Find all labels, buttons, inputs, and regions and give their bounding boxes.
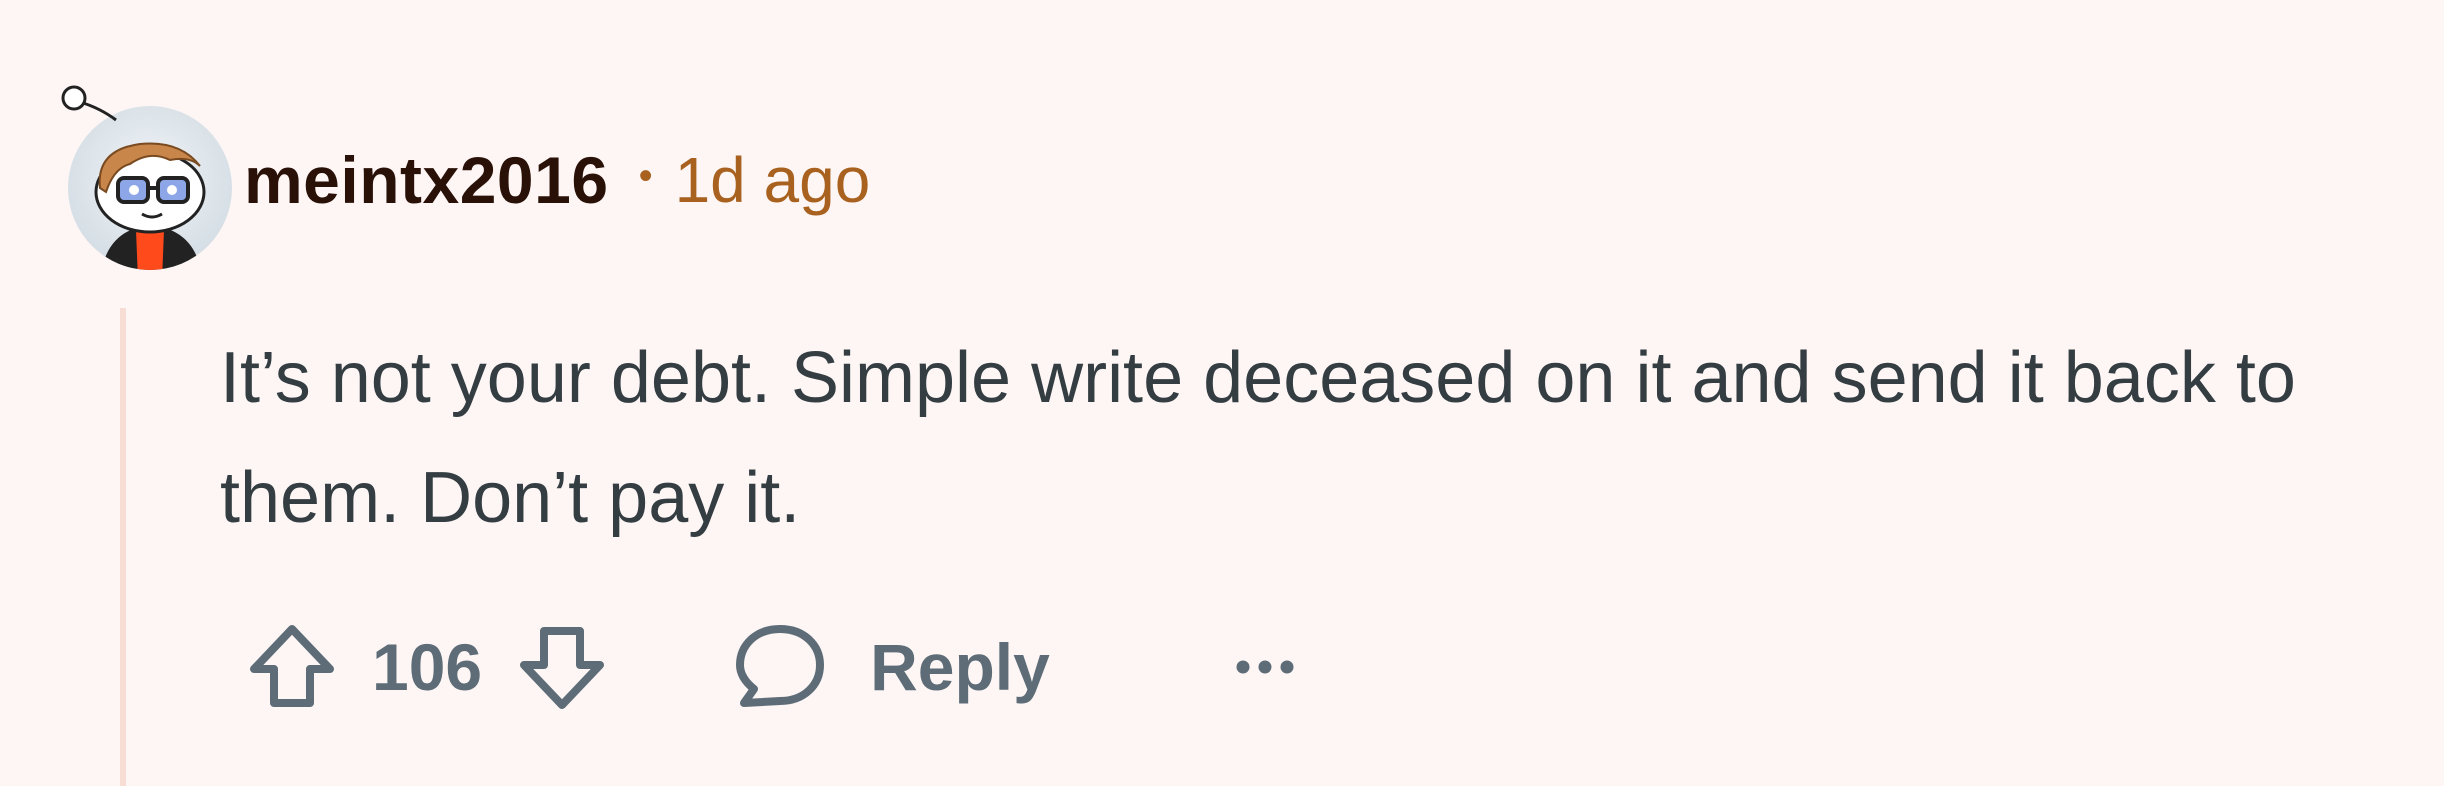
avatar[interactable]	[50, 80, 245, 275]
reply-button[interactable]: Reply	[730, 617, 1050, 717]
comment-body: It’s not your debt. Simple write decease…	[220, 338, 2296, 538]
more-options-button[interactable]	[1230, 632, 1300, 702]
speech-bubble-icon	[736, 625, 825, 707]
comment-header: meintx2016 • 1d ago	[244, 130, 870, 230]
timestamp[interactable]: 1d ago	[675, 143, 871, 217]
action-bar: 106 Reply	[240, 612, 1300, 722]
ellipsis-icon	[1236, 660, 1294, 674]
downvote-arrow-icon[interactable]	[510, 615, 614, 719]
username[interactable]: meintx2016	[244, 142, 609, 218]
reply-label: Reply	[870, 630, 1050, 704]
comment: meintx2016 • 1d ago It’s not your debt. …	[0, 0, 2444, 786]
thread-line[interactable]	[120, 308, 126, 786]
separator-dot: •	[638, 153, 653, 198]
upvote-arrow-icon[interactable]	[240, 615, 344, 719]
vote-score: 106	[372, 630, 483, 704]
